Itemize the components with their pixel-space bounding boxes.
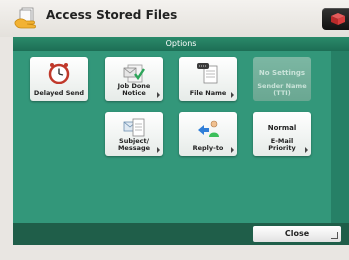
subject-message-label: Subject/ Message <box>117 137 151 152</box>
clock-icon <box>48 63 70 84</box>
file-name-icon <box>197 63 218 84</box>
sender-name-button[interactable]: No Settings Sender Name (TTI) <box>253 57 311 101</box>
more-options-indicator <box>157 147 160 153</box>
email-priority-value: Normal <box>267 124 297 132</box>
file-name-label: File Name <box>189 89 227 97</box>
sender-name-label: Sender Name (TTI) <box>257 82 307 97</box>
email-priority-label: E-Mail Priority <box>268 137 296 152</box>
bottom-strip <box>0 245 349 260</box>
more-options-indicator <box>157 92 160 98</box>
title-bar: Access Stored Files <box>0 0 349 37</box>
subject-message-icon <box>123 118 145 137</box>
job-done-notice-label: Job Done Notice <box>117 82 151 97</box>
options-panel: Options Delayed Send Job Done Notice Fil… <box>13 37 349 223</box>
scrollbar[interactable] <box>331 51 349 223</box>
reply-to-label: Reply-to <box>192 144 224 152</box>
options-grid: Delayed Send Job Done Notice File Name N… <box>13 51 331 223</box>
more-options-indicator <box>231 92 234 98</box>
system-button[interactable] <box>322 8 349 30</box>
close-button[interactable]: Close <box>253 226 341 242</box>
delayed-send-button[interactable]: Delayed Send <box>30 57 88 101</box>
options-header: Options <box>13 37 349 51</box>
more-options-indicator <box>305 147 308 153</box>
job-done-notice-icon <box>123 64 145 83</box>
reply-to-button[interactable]: Reply-to <box>179 112 237 156</box>
close-button-label: Close <box>284 229 310 238</box>
file-name-button[interactable]: File Name <box>179 57 237 101</box>
subject-message-button[interactable]: Subject/ Message <box>105 112 163 156</box>
cube-icon <box>331 13 345 25</box>
hand-document-icon <box>14 7 36 29</box>
page-title: Access Stored Files <box>46 8 178 22</box>
email-priority-button[interactable]: Normal E-Mail Priority <box>253 112 311 156</box>
reply-to-icon <box>198 120 219 137</box>
job-done-notice-button[interactable]: Job Done Notice <box>105 57 163 101</box>
more-options-indicator <box>231 147 234 153</box>
sender-name-value: No Settings <box>258 69 306 77</box>
resize-corner-icon <box>331 232 338 239</box>
footer-bar: Close <box>13 223 349 245</box>
delayed-send-label: Delayed Send <box>33 89 85 97</box>
